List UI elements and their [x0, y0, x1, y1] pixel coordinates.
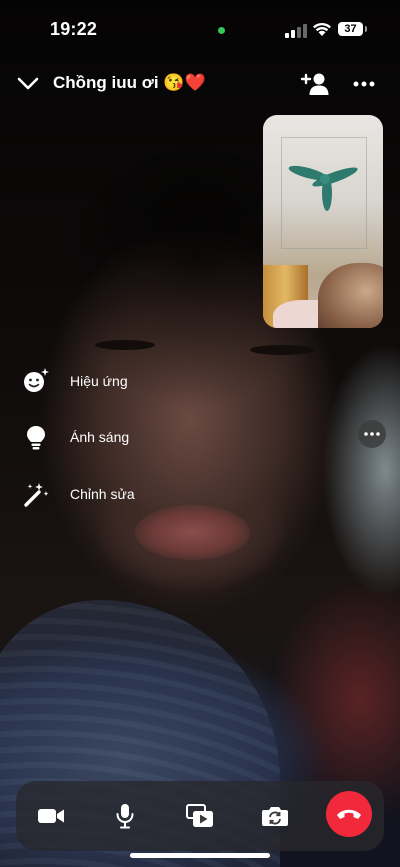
microphone-icon	[116, 804, 134, 829]
battery-indicator: 37	[338, 22, 367, 36]
minimize-call-button[interactable]	[12, 68, 44, 100]
magic-wand-icon	[22, 480, 50, 508]
effects-label: Hiệu ứng	[70, 373, 128, 389]
cellular-signal-icon	[285, 24, 307, 38]
effects-menu-item[interactable]: Hiệu ứng	[22, 366, 128, 396]
share-media-icon	[186, 804, 213, 827]
more-options-button[interactable]	[348, 68, 380, 100]
status-bar: 19:22 37	[0, 0, 400, 54]
lighting-menu-item[interactable]: Ánh sáng	[22, 422, 129, 452]
microphone-button[interactable]	[102, 793, 148, 839]
add-person-icon	[300, 73, 329, 95]
flip-camera-icon	[262, 807, 288, 826]
self-view-video[interactable]	[263, 115, 383, 328]
caller-name: Chồng iuu ơi 😘❤️	[53, 73, 206, 92]
add-person-button[interactable]	[298, 68, 332, 100]
wifi-icon	[313, 22, 331, 36]
more-icon	[364, 432, 380, 436]
video-call-screen: 19:22 37 Chồng iuu ơi 😘❤️ Hiệu ứng Ánh s…	[0, 0, 400, 867]
edit-menu-item[interactable]: Chỉnh sửa	[22, 479, 135, 509]
left-eye	[95, 340, 155, 350]
lighting-label: Ánh sáng	[70, 429, 130, 445]
edit-label: Chỉnh sửa	[70, 486, 135, 502]
hang-up-icon	[337, 809, 361, 819]
share-screen-button[interactable]	[177, 793, 223, 839]
more-effects-button[interactable]	[358, 420, 386, 448]
home-indicator[interactable]	[130, 853, 270, 858]
flip-camera-button[interactable]	[252, 793, 298, 839]
video-camera-icon	[38, 809, 64, 823]
video-camera-button[interactable]	[28, 793, 74, 839]
lips	[135, 505, 250, 560]
end-call-button[interactable]	[326, 791, 372, 837]
hair	[318, 263, 383, 328]
sparkle-face-icon	[22, 367, 50, 395]
clock: 19:22	[50, 19, 98, 39]
right-eye	[250, 345, 315, 355]
more-icon	[353, 81, 375, 87]
call-control-bar	[16, 781, 384, 851]
lightbulb-icon	[22, 423, 50, 451]
chevron-down-icon	[17, 77, 39, 90]
call-header: Chồng iuu ơi 😘❤️	[0, 62, 400, 106]
ceiling-fan	[288, 165, 358, 211]
camera-in-use-indicator	[218, 27, 225, 34]
